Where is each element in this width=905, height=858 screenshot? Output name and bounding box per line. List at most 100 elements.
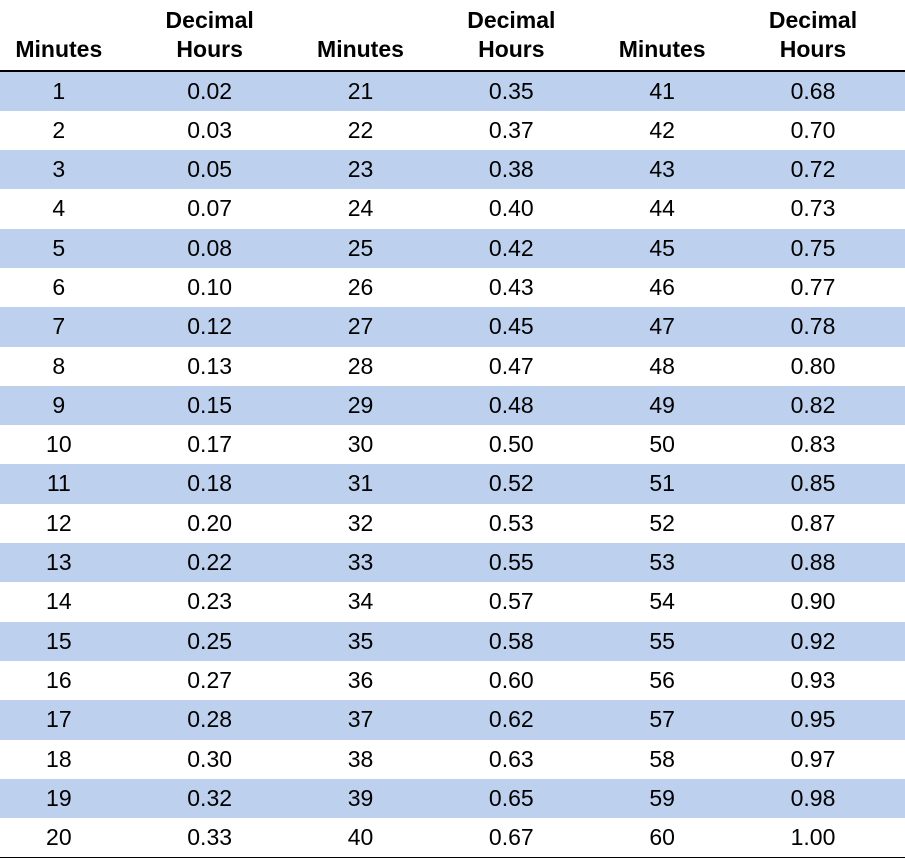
cell-decimal-hours: 0.75 [721, 229, 905, 268]
cell-decimal-hours: 0.93 [721, 661, 905, 700]
cell-decimal-hours: 0.52 [419, 464, 603, 503]
cell-decimal-hours: 0.88 [721, 543, 905, 582]
cell-decimal-hours: 0.73 [721, 189, 905, 228]
table-row: 80.13280.47480.80 [0, 347, 905, 386]
table-row: 50.08250.42450.75 [0, 229, 905, 268]
cell-minutes: 36 [302, 661, 420, 700]
cell-decimal-hours: 0.17 [118, 425, 302, 464]
cell-decimal-hours: 0.23 [118, 582, 302, 621]
cell-decimal-hours: 0.60 [419, 661, 603, 700]
cell-decimal-hours: 0.02 [118, 71, 302, 111]
cell-minutes: 29 [302, 386, 420, 425]
cell-minutes: 59 [603, 779, 721, 818]
table-row: 30.05230.38430.72 [0, 150, 905, 189]
table-row: 170.28370.62570.95 [0, 700, 905, 739]
cell-minutes: 34 [302, 582, 420, 621]
cell-decimal-hours: 0.32 [118, 779, 302, 818]
cell-decimal-hours: 0.18 [118, 464, 302, 503]
cell-minutes: 26 [302, 268, 420, 307]
cell-decimal-hours: 0.82 [721, 386, 905, 425]
cell-decimal-hours: 0.25 [118, 622, 302, 661]
cell-minutes: 43 [603, 150, 721, 189]
cell-decimal-hours: 0.72 [721, 150, 905, 189]
cell-decimal-hours: 0.12 [118, 307, 302, 346]
cell-decimal-hours: 0.92 [721, 622, 905, 661]
cell-decimal-hours: 0.07 [118, 189, 302, 228]
cell-decimal-hours: 0.98 [721, 779, 905, 818]
cell-minutes: 60 [603, 818, 721, 858]
cell-minutes: 45 [603, 229, 721, 268]
table-header-row: Minutes DecimalHours Minutes DecimalHour… [0, 0, 905, 71]
cell-minutes: 35 [302, 622, 420, 661]
table-row: 10.02210.35410.68 [0, 71, 905, 111]
cell-decimal-hours: 0.55 [419, 543, 603, 582]
cell-minutes: 50 [603, 425, 721, 464]
cell-minutes: 52 [603, 504, 721, 543]
table-row: 140.23340.57540.90 [0, 582, 905, 621]
cell-decimal-hours: 0.68 [721, 71, 905, 111]
cell-decimal-hours: 0.43 [419, 268, 603, 307]
cell-decimal-hours: 0.78 [721, 307, 905, 346]
cell-decimal-hours: 0.62 [419, 700, 603, 739]
cell-minutes: 24 [302, 189, 420, 228]
cell-minutes: 57 [603, 700, 721, 739]
cell-minutes: 44 [603, 189, 721, 228]
cell-decimal-hours: 0.53 [419, 504, 603, 543]
cell-minutes: 21 [302, 71, 420, 111]
cell-minutes: 1 [0, 71, 118, 111]
cell-decimal-hours: 0.58 [419, 622, 603, 661]
cell-decimal-hours: 0.27 [118, 661, 302, 700]
cell-decimal-hours: 0.90 [721, 582, 905, 621]
cell-decimal-hours: 0.45 [419, 307, 603, 346]
table-row: 100.17300.50500.83 [0, 425, 905, 464]
cell-decimal-hours: 0.57 [419, 582, 603, 621]
table-row: 190.32390.65590.98 [0, 779, 905, 818]
cell-minutes: 8 [0, 347, 118, 386]
cell-minutes: 28 [302, 347, 420, 386]
table-row: 60.10260.43460.77 [0, 268, 905, 307]
cell-minutes: 3 [0, 150, 118, 189]
table-row: 200.33400.67601.00 [0, 818, 905, 858]
cell-minutes: 23 [302, 150, 420, 189]
cell-minutes: 42 [603, 111, 721, 150]
cell-minutes: 46 [603, 268, 721, 307]
cell-decimal-hours: 0.97 [721, 740, 905, 779]
table-row: 120.20320.53520.87 [0, 504, 905, 543]
table-row: 20.03220.37420.70 [0, 111, 905, 150]
cell-decimal-hours: 0.33 [118, 818, 302, 858]
cell-decimal-hours: 0.15 [118, 386, 302, 425]
cell-decimal-hours: 0.85 [721, 464, 905, 503]
table-row: 40.07240.40440.73 [0, 189, 905, 228]
cell-minutes: 56 [603, 661, 721, 700]
table-body: 10.02210.35410.6820.03220.37420.7030.052… [0, 71, 905, 858]
cell-minutes: 58 [603, 740, 721, 779]
cell-minutes: 37 [302, 700, 420, 739]
cell-minutes: 20 [0, 818, 118, 858]
cell-minutes: 22 [302, 111, 420, 150]
table-row: 70.12270.45470.78 [0, 307, 905, 346]
cell-decimal-hours: 1.00 [721, 818, 905, 858]
cell-minutes: 33 [302, 543, 420, 582]
cell-decimal-hours: 0.20 [118, 504, 302, 543]
cell-minutes: 49 [603, 386, 721, 425]
cell-minutes: 13 [0, 543, 118, 582]
cell-minutes: 18 [0, 740, 118, 779]
cell-minutes: 32 [302, 504, 420, 543]
cell-decimal-hours: 0.77 [721, 268, 905, 307]
cell-minutes: 40 [302, 818, 420, 858]
cell-decimal-hours: 0.28 [118, 700, 302, 739]
header-minutes-1: Minutes [0, 0, 118, 71]
cell-minutes: 47 [603, 307, 721, 346]
table-row: 130.22330.55530.88 [0, 543, 905, 582]
table-row: 160.27360.60560.93 [0, 661, 905, 700]
cell-decimal-hours: 0.37 [419, 111, 603, 150]
cell-minutes: 15 [0, 622, 118, 661]
cell-minutes: 30 [302, 425, 420, 464]
header-decimal-hours-1: DecimalHours [118, 0, 302, 71]
cell-decimal-hours: 0.40 [419, 189, 603, 228]
cell-decimal-hours: 0.05 [118, 150, 302, 189]
cell-decimal-hours: 0.10 [118, 268, 302, 307]
cell-decimal-hours: 0.30 [118, 740, 302, 779]
table-row: 150.25350.58550.92 [0, 622, 905, 661]
cell-decimal-hours: 0.63 [419, 740, 603, 779]
